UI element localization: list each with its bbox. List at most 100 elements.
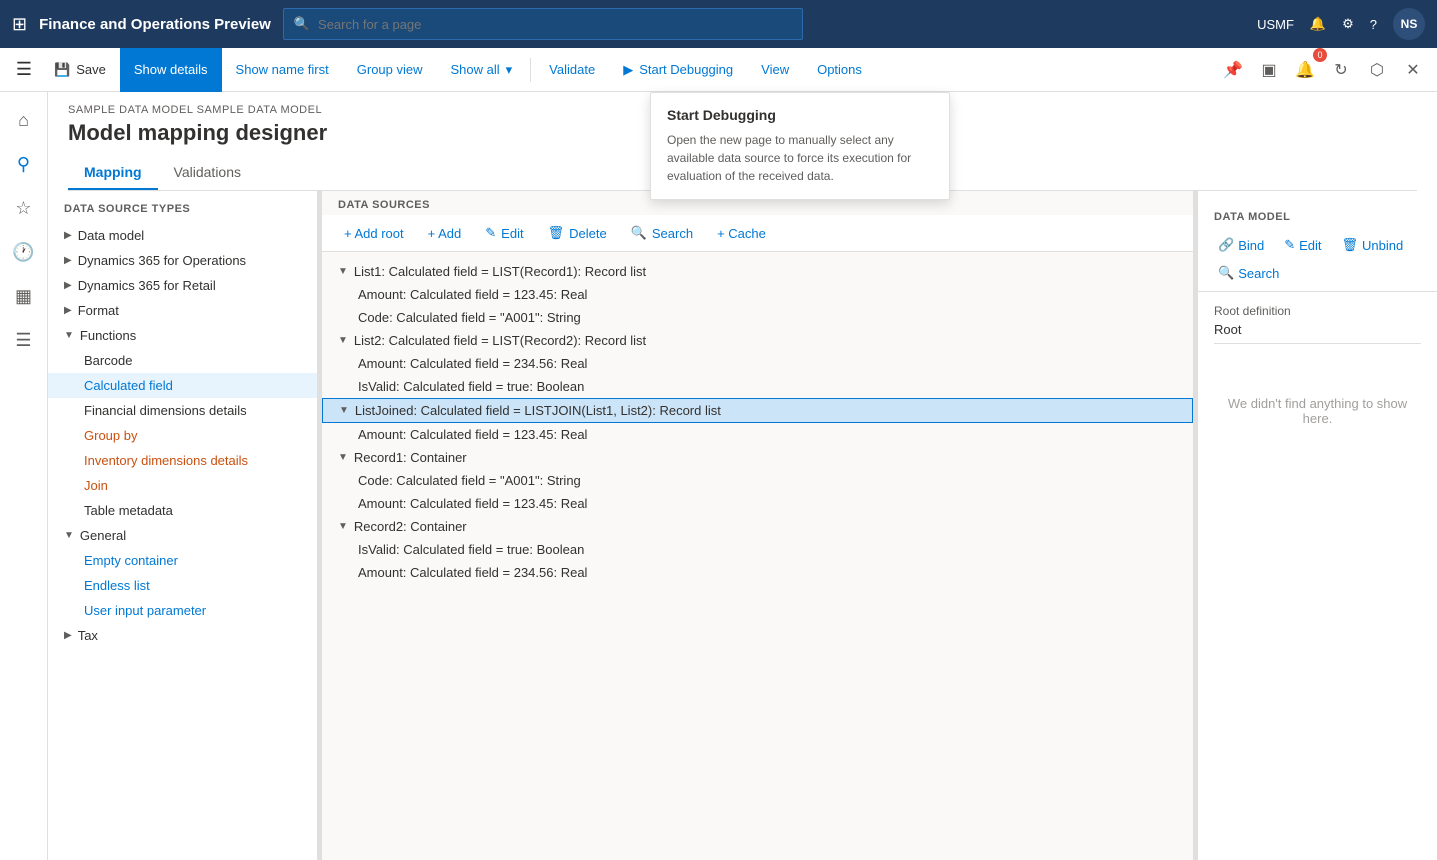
list-item[interactable]: ▼ ListJoined: Calculated field = LISTJOI… — [322, 398, 1193, 423]
data-source-types-title: DATA SOURCE TYPES — [48, 203, 317, 223]
refresh-icon[interactable]: ↻ — [1325, 54, 1357, 86]
search-icon: 🔍 — [1218, 265, 1234, 281]
sidebar-item-table-metadata[interactable]: Table metadata — [48, 498, 317, 523]
list-item[interactable]: Code: Calculated field = "A001": String — [322, 469, 1193, 492]
help-icon[interactable]: ? — [1370, 17, 1377, 32]
expand-arrow: ▼ — [338, 266, 348, 277]
sidebar-item-endless-list[interactable]: Endless list — [48, 573, 317, 598]
user-company-label: USMF — [1257, 17, 1294, 32]
content-area: SAMPLE DATA MODEL SAMPLE DATA MODEL Mode… — [48, 92, 1437, 860]
top-bar-right-section: USMF 🔔 ⚙ ? NS — [1257, 8, 1425, 40]
user-avatar[interactable]: NS — [1393, 8, 1425, 40]
list-item[interactable]: ▼ List1: Calculated field = LIST(Record1… — [322, 260, 1193, 283]
root-definition-value: Root — [1214, 322, 1421, 344]
sidebar-item-group-by[interactable]: Group by — [48, 423, 317, 448]
bind-button[interactable]: 🔗 Bind — [1210, 233, 1272, 257]
sidebar-item-calculated-field[interactable]: Calculated field — [48, 373, 317, 398]
add-root-button[interactable]: + Add root — [334, 222, 414, 245]
collapse-arrow-tax: ▶ — [64, 630, 72, 641]
list-item[interactable]: ▼ Record2: Container — [322, 515, 1193, 538]
separator — [530, 58, 531, 82]
settings-icon[interactable]: ⚙ — [1342, 16, 1354, 32]
list-item[interactable]: Amount: Calculated field = 123.45: Real — [322, 283, 1193, 306]
notification-icon[interactable]: 🔔 — [1310, 16, 1326, 32]
app-grid-icon[interactable]: ⊞ — [12, 14, 27, 35]
delete-button[interactable]: 🗑 Delete — [538, 221, 617, 245]
list-item[interactable]: Amount: Calculated field = 123.45: Real — [322, 492, 1193, 515]
home-icon[interactable]: ⌂ — [4, 100, 44, 140]
right-search-button[interactable]: 🔍 Search — [1210, 261, 1287, 285]
sidebar-item-financial-dimensions[interactable]: Financial dimensions details — [48, 398, 317, 423]
app-title: Finance and Operations Preview — [39, 16, 271, 33]
link-icon: 🔗 — [1218, 237, 1234, 253]
view-button[interactable]: View — [747, 48, 803, 92]
collapse-arrow-data-model: ▶ — [64, 230, 72, 241]
list-item[interactable]: Amount: Calculated field = 123.45: Real — [322, 423, 1193, 446]
sidebar-item-inventory-dimensions[interactable]: Inventory dimensions details — [48, 448, 317, 473]
tooltip-title: Start Debugging — [667, 107, 933, 123]
star-icon[interactable]: ☆ — [4, 188, 44, 228]
root-definition-label: Root definition — [1214, 304, 1421, 318]
data-model-panel: DATA MODEL 🔗 Bind ✎ Edit 🗑 Unbind — [1197, 191, 1437, 860]
root-definition-section: Root definition Root — [1198, 292, 1437, 356]
list-item[interactable]: Code: Calculated field = "A001": String — [322, 306, 1193, 329]
sidebar-item-barcode[interactable]: Barcode — [48, 348, 317, 373]
top-navigation-bar: ⊞ Finance and Operations Preview 🔍 USMF … — [0, 0, 1437, 48]
filter-icon[interactable]: ⚲ — [4, 144, 44, 184]
notification-count-badge: 0 — [1313, 48, 1327, 62]
collapse-arrow-d365retail: ▶ — [64, 280, 72, 291]
list-icon[interactable]: ☰ — [4, 320, 44, 360]
list-item[interactable]: ▼ Record1: Container — [322, 446, 1193, 469]
empty-message: We didn't find anything to show here. — [1198, 356, 1437, 466]
tab-mapping[interactable]: Mapping — [68, 156, 158, 190]
list-item[interactable]: IsValid: Calculated field = true: Boolea… — [322, 375, 1193, 398]
global-search-box[interactable]: 🔍 — [283, 8, 803, 40]
list-item[interactable]: ▼ List2: Calculated field = LIST(Record2… — [322, 329, 1193, 352]
notifications-badge-button[interactable]: 🔔 0 — [1289, 54, 1321, 86]
save-icon: 💾 — [54, 62, 70, 78]
save-button[interactable]: 💾 Save — [40, 48, 120, 92]
sidebar-item-general[interactable]: ▼ General — [48, 523, 317, 548]
sidebar-item-d365-operations[interactable]: ▶ Dynamics 365 for Operations — [48, 248, 317, 273]
unbind-button[interactable]: 🗑 Unbind — [1334, 233, 1412, 257]
sidebar-item-join[interactable]: Join — [48, 473, 317, 498]
show-all-button[interactable]: Show all ▾ — [437, 48, 527, 92]
list-item[interactable]: Amount: Calculated field = 234.56: Real — [322, 561, 1193, 584]
list-item[interactable]: IsValid: Calculated field = true: Boolea… — [322, 538, 1193, 561]
expand-arrow-functions: ▼ — [64, 330, 74, 341]
sidebar-item-user-input[interactable]: User input parameter — [48, 598, 317, 623]
show-details-button[interactable]: Show details — [120, 48, 222, 92]
sidebar-item-tax[interactable]: ▶ Tax — [48, 623, 317, 648]
search-icon: 🔍 — [631, 225, 647, 241]
grid-icon[interactable]: ▦ — [4, 276, 44, 316]
hamburger-menu-button[interactable]: ☰ — [8, 48, 40, 92]
start-debugging-button[interactable]: ▶ Start Debugging — [609, 48, 747, 92]
sidebar-item-d365-retail[interactable]: ▶ Dynamics 365 for Retail — [48, 273, 317, 298]
panel-icon[interactable]: ▣ — [1253, 54, 1285, 86]
tab-validations[interactable]: Validations — [158, 156, 257, 190]
right-edit-button[interactable]: ✎ Edit — [1276, 233, 1329, 257]
pin-icon[interactable]: 📌 — [1217, 54, 1249, 86]
close-button[interactable]: ✕ — [1397, 54, 1429, 86]
options-button[interactable]: Options — [803, 48, 876, 92]
open-in-new-icon[interactable]: ⬡ — [1361, 54, 1393, 86]
expand-arrow: ▼ — [338, 335, 348, 346]
validate-button[interactable]: Validate — [535, 48, 609, 92]
sidebar-item-format[interactable]: ▶ Format — [48, 298, 317, 323]
edit-button[interactable]: ✎ Edit — [475, 221, 533, 245]
trash-icon: 🗑 — [1342, 237, 1359, 253]
sidebar-item-data-model[interactable]: ▶ Data model — [48, 223, 317, 248]
search-datasource-button[interactable]: 🔍 Search — [621, 221, 703, 245]
cache-button[interactable]: + Cache — [707, 222, 776, 245]
expand-arrow: ▼ — [338, 521, 348, 532]
group-view-button[interactable]: Group view — [343, 48, 437, 92]
expand-arrow: ▼ — [338, 452, 348, 463]
global-search-input[interactable] — [318, 17, 792, 32]
list-item[interactable]: Amount: Calculated field = 234.56: Real — [322, 352, 1193, 375]
clock-icon[interactable]: 🕐 — [4, 232, 44, 272]
expand-arrow-general: ▼ — [64, 530, 74, 541]
show-name-first-button[interactable]: Show name first — [222, 48, 343, 92]
add-button[interactable]: + Add — [418, 222, 472, 245]
sidebar-item-empty-container[interactable]: Empty container — [48, 548, 317, 573]
sidebar-item-functions[interactable]: ▼ Functions — [48, 323, 317, 348]
